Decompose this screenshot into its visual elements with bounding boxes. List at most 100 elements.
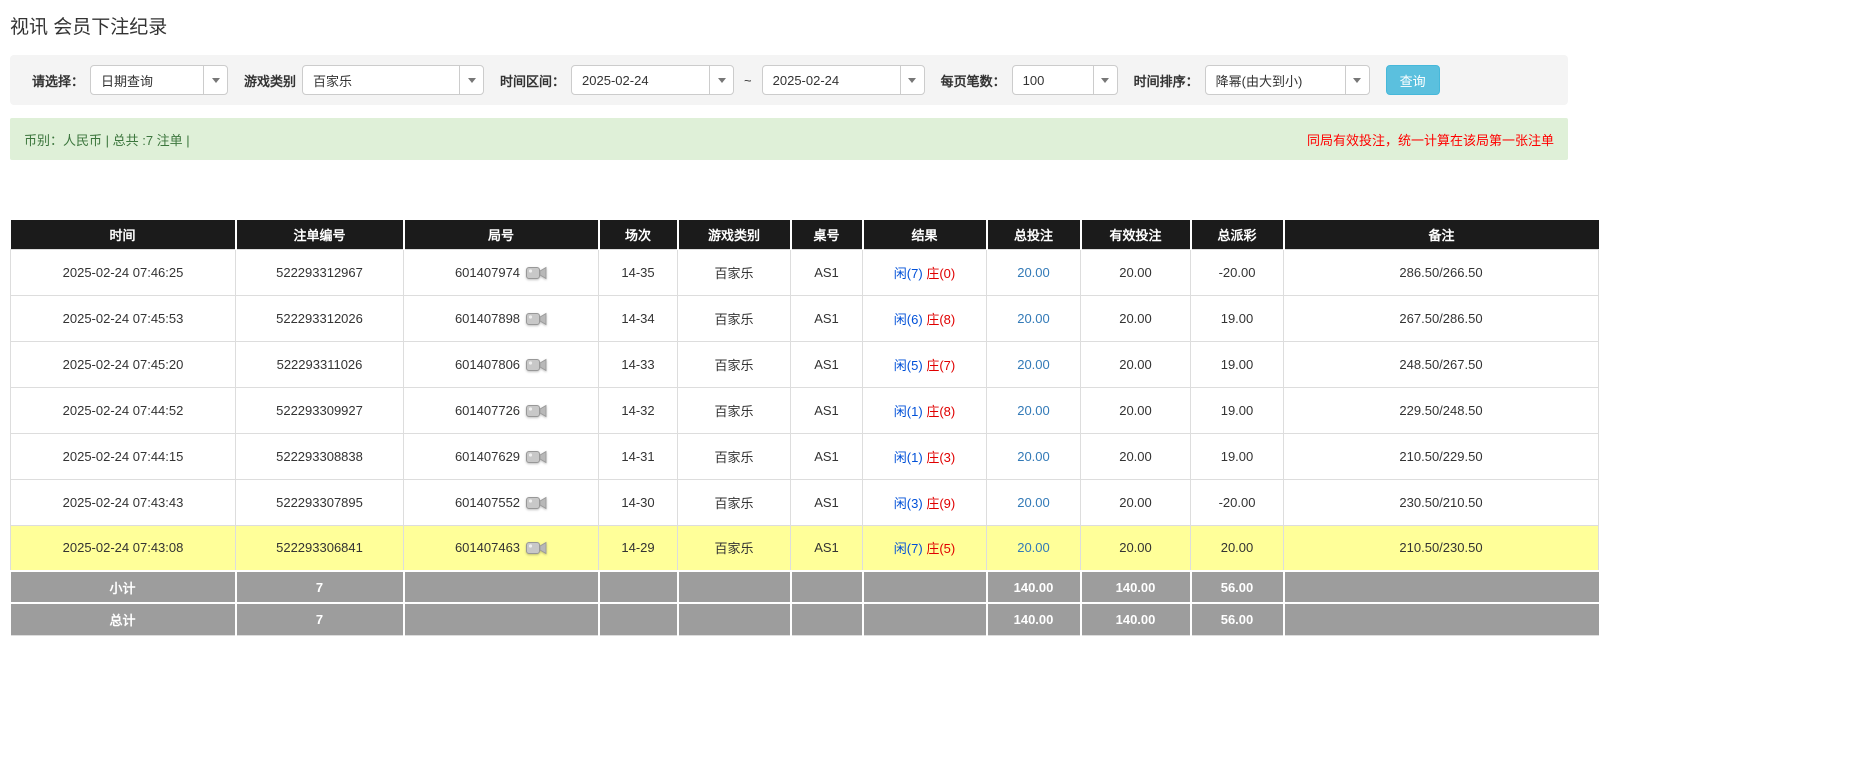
page: 视讯 会员下注纪录 请选择： 日期查询 游戏类别 百家乐 时间区间： 2025-… (0, 0, 1865, 636)
cell-total-bet: 20.00 (987, 295, 1081, 341)
total-row: 总计 7 140.00 140.00 56.00 (11, 603, 1599, 635)
cell-bet-id: 522293307895 (236, 479, 404, 525)
date-to-value: 2025-02-24 (763, 66, 900, 94)
cell-bet-id: 522293312026 (236, 295, 404, 341)
game-type-label: 游戏类别 (244, 71, 296, 90)
cell-table-no: AS1 (791, 341, 863, 387)
cell-payout: -20.00 (1191, 479, 1284, 525)
game-type-dropdown[interactable]: 百家乐 (302, 65, 484, 95)
cell-round: 601407463 (404, 525, 599, 571)
total-bet-link[interactable]: 20.00 (1017, 265, 1050, 280)
cell-total-bet: 20.00 (987, 525, 1081, 571)
cell-payout: 19.00 (1191, 433, 1284, 479)
chevron-down-icon (468, 78, 476, 83)
result-banker: 庄(3) (926, 450, 955, 465)
total-bet-link[interactable]: 20.00 (1017, 311, 1050, 326)
cell-payout: 19.00 (1191, 295, 1284, 341)
result-player: 闲(1) (894, 404, 923, 419)
round-number: 601407463 (455, 540, 520, 555)
date-to-toggle[interactable] (900, 66, 924, 94)
cell-table-no: AS1 (791, 295, 863, 341)
table-row: 2025-02-24 07:45:53522293312026601407898… (11, 295, 1599, 341)
cell-game-type: 百家乐 (678, 525, 791, 571)
total-bet-link[interactable]: 20.00 (1017, 540, 1050, 555)
cell-time: 2025-02-24 07:45:20 (11, 341, 236, 387)
time-sort-label: 时间排序： (1134, 71, 1199, 90)
cell-valid-bet: 20.00 (1081, 525, 1191, 571)
total-valid-bet: 140.00 (1081, 603, 1191, 635)
table-row: 2025-02-24 07:43:43522293307895601407552… (11, 479, 1599, 525)
table-body: 2025-02-24 07:46:25522293312967601407974… (11, 249, 1599, 571)
table-row: 2025-02-24 07:43:08522293306841601407463… (11, 525, 1599, 571)
column-header-payout: 总派彩 (1191, 220, 1284, 249)
bet-records-table: 时间 注单编号 局号 场次 游戏类别 桌号 结果 总投注 有效投注 总派彩 备注… (10, 220, 1599, 636)
round-number: 601407552 (455, 495, 520, 510)
cell-total-bet: 20.00 (987, 387, 1081, 433)
total-bet-link[interactable]: 20.00 (1017, 357, 1050, 372)
cell-round: 601407552 (404, 479, 599, 525)
page-title: 视讯 会员下注纪录 (10, 12, 1865, 39)
cell-remark: 286.50/266.50 (1284, 249, 1599, 295)
cell-time: 2025-02-24 07:44:15 (11, 433, 236, 479)
cell-table-no: AS1 (791, 525, 863, 571)
subtotal-valid-bet: 140.00 (1081, 571, 1191, 603)
chevron-down-icon (908, 78, 916, 83)
cell-time: 2025-02-24 07:43:08 (11, 525, 236, 571)
total-bet-link[interactable]: 20.00 (1017, 495, 1050, 510)
cell-result: 闲(1) 庄(3) (863, 433, 987, 479)
search-button[interactable]: 查询 (1386, 65, 1440, 95)
cell-table-no: AS1 (791, 387, 863, 433)
date-from-picker[interactable]: 2025-02-24 (571, 65, 734, 95)
result-player: 闲(5) (894, 358, 923, 373)
game-type-dropdown-toggle[interactable] (459, 66, 483, 94)
date-range-separator: ~ (744, 73, 752, 88)
query-type-dropdown-toggle[interactable] (203, 66, 227, 94)
currency-total-summary: 币别：人民币 | 总共 :7 注单 | (24, 130, 190, 149)
video-replay-icon[interactable] (526, 494, 547, 511)
chevron-down-icon (718, 78, 726, 83)
subtotal-label: 小计 (11, 571, 236, 603)
video-replay-icon[interactable] (526, 310, 547, 327)
cell-session: 14-35 (599, 249, 678, 295)
video-replay-icon[interactable] (526, 356, 547, 373)
time-range-label: 时间区间： (500, 71, 565, 90)
cell-round: 601407974 (404, 249, 599, 295)
time-sort-dropdown-toggle[interactable] (1345, 66, 1369, 94)
table-row: 2025-02-24 07:44:15522293308838601407629… (11, 433, 1599, 479)
chevron-down-icon (212, 78, 220, 83)
cell-valid-bet: 20.00 (1081, 433, 1191, 479)
date-from-toggle[interactable] (709, 66, 733, 94)
result-banker: 庄(9) (926, 496, 955, 511)
cell-payout: -20.00 (1191, 249, 1284, 295)
column-header-game-type: 游戏类别 (678, 220, 791, 249)
cell-round: 601407898 (404, 295, 599, 341)
chevron-down-icon (1353, 78, 1361, 83)
cell-game-type: 百家乐 (678, 249, 791, 295)
time-sort-value: 降幂(由大到小) (1206, 66, 1345, 94)
result-player: 闲(7) (894, 266, 923, 281)
cell-game-type: 百家乐 (678, 433, 791, 479)
video-replay-icon[interactable] (526, 402, 547, 419)
round-number: 601407898 (455, 311, 520, 326)
column-header-total-bet: 总投注 (987, 220, 1081, 249)
page-size-dropdown[interactable]: 100 (1012, 65, 1118, 95)
result-player: 闲(6) (894, 312, 923, 327)
query-type-dropdown[interactable]: 日期查询 (90, 65, 228, 95)
video-replay-icon[interactable] (526, 539, 547, 556)
cell-result: 闲(7) 庄(5) (863, 525, 987, 571)
page-size-dropdown-toggle[interactable] (1093, 66, 1117, 94)
total-label: 总计 (11, 603, 236, 635)
date-to-picker[interactable]: 2025-02-24 (762, 65, 925, 95)
time-sort-dropdown[interactable]: 降幂(由大到小) (1205, 65, 1370, 95)
video-replay-icon[interactable] (526, 264, 547, 281)
table-row: 2025-02-24 07:44:52522293309927601407726… (11, 387, 1599, 433)
cell-remark: 210.50/230.50 (1284, 525, 1599, 571)
cell-game-type: 百家乐 (678, 479, 791, 525)
summary-bar: 币别：人民币 | 总共 :7 注单 | 同局有效投注，统一计算在该局第一张注单 (10, 118, 1568, 160)
subtotal-total-bet: 140.00 (987, 571, 1081, 603)
cell-result: 闲(7) 庄(0) (863, 249, 987, 295)
total-bet-link[interactable]: 20.00 (1017, 403, 1050, 418)
video-replay-icon[interactable] (526, 448, 547, 465)
select-type-label: 请选择： (32, 71, 84, 90)
total-bet-link[interactable]: 20.00 (1017, 449, 1050, 464)
